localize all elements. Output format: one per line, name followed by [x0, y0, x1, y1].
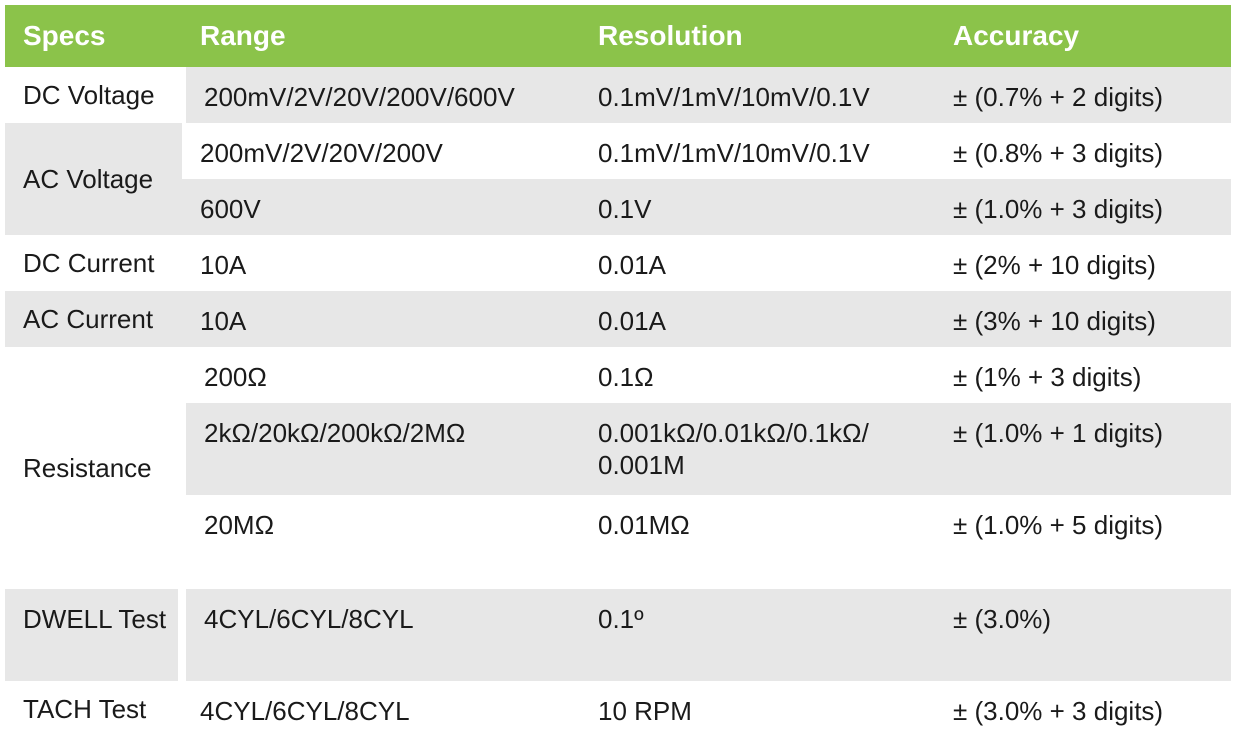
table-row: AC Voltage 200mV/2V/20V/200V 0.1mV/1mV/1… — [5, 123, 1231, 235]
spec-cell: DC Voltage — [5, 67, 186, 123]
resolution-cell: 0.01MΩ — [580, 495, 935, 589]
spec-cell: DC Current — [5, 235, 182, 291]
accuracy-cell: ± (3.0% + 3 digits) — [935, 681, 1231, 737]
accuracy-cell: ± (0.7% + 2 digits) — [935, 67, 1231, 123]
accuracy-cell: ± (3% + 10 digits) — [935, 291, 1231, 347]
accuracy-cell: ± (1.0% + 3 digits) — [935, 179, 1231, 235]
header-accuracy: Accuracy — [935, 5, 1231, 67]
header-resolution: Resolution — [580, 5, 935, 67]
table-row: TACH Test 4CYL/6CYL/8CYL 10 RPM ± (3.0% … — [5, 681, 1231, 737]
table-row: DC Current 10A 0.01A ± (2% + 10 digits) — [5, 235, 1231, 291]
resolution-cell: 0.01A — [580, 235, 935, 291]
accuracy-cell: ± (1.0% + 1 digits) — [935, 403, 1231, 495]
table-row: 600V 0.1V ± (1.0% + 3 digits) — [5, 179, 1231, 235]
resolution-cell: 0.1º — [580, 589, 935, 681]
range-cell: 10A — [182, 235, 580, 291]
table-row: 2kΩ/20kΩ/200kΩ/2MΩ 0.001kΩ/0.01kΩ/0.1kΩ/… — [5, 403, 1231, 495]
range-cell: 4CYL/6CYL/8CYL — [182, 681, 580, 737]
resolution-cell: 0.1mV/1mV/10mV/0.1V — [580, 123, 935, 179]
table-row: DC Voltage 200mV/2V/20V/200V/600V 0.1mV/… — [5, 67, 1231, 123]
accuracy-cell: ± (1% + 3 digits) — [935, 347, 1231, 403]
resolution-cell: 0.1mV/1mV/10mV/0.1V — [580, 67, 935, 123]
table-row: 20MΩ 0.01MΩ ± (1.0% + 5 digits) — [5, 495, 1231, 589]
spec-table: Specs Range Resolution Accuracy DC Volta… — [5, 5, 1231, 737]
accuracy-cell: ± (2% + 10 digits) — [935, 235, 1231, 291]
accuracy-cell: ± (3.0%) — [935, 589, 1231, 681]
table-row: AC Current 10A 0.01A ± (3% + 10 digits) — [5, 291, 1231, 347]
range-cell: 200Ω — [182, 347, 580, 403]
range-cell: 4CYL/6CYL/8CYL — [182, 589, 580, 681]
resolution-cell: 10 RPM — [580, 681, 935, 737]
range-cell: 600V — [182, 179, 580, 235]
range-cell: 200mV/2V/20V/200V/600V — [182, 67, 580, 123]
header-specs: Specs — [5, 5, 182, 67]
header-row: Specs Range Resolution Accuracy — [5, 5, 1231, 67]
range-cell: 20MΩ — [182, 495, 580, 589]
spec-cell: TACH Test — [5, 681, 182, 737]
spec-cell: DWELL Test — [5, 589, 186, 681]
spec-cell: AC Current — [5, 291, 182, 347]
resolution-cell: 0.01A — [580, 291, 935, 347]
header-range: Range — [182, 5, 580, 67]
accuracy-cell: ± (0.8% + 3 digits) — [935, 123, 1231, 179]
accuracy-cell: ± (1.0% + 5 digits) — [935, 495, 1231, 589]
range-cell: 200mV/2V/20V/200V — [182, 123, 580, 179]
resolution-cell: 0.001kΩ/0.01kΩ/0.1kΩ/ 0.001M — [580, 403, 935, 495]
resolution-cell: 0.1V — [580, 179, 935, 235]
table-row: Resistance 200Ω 0.1Ω ± (1% + 3 digits) — [5, 347, 1231, 589]
table-row: DWELL Test 4CYL/6CYL/8CYL 0.1º ± (3.0%) — [5, 589, 1231, 681]
spec-cell: AC Voltage — [5, 123, 182, 235]
spec-cell: Resistance — [5, 347, 186, 589]
resolution-cell: 0.1Ω — [580, 347, 935, 403]
range-cell: 2kΩ/20kΩ/200kΩ/2MΩ — [182, 403, 580, 495]
range-cell: 10A — [182, 291, 580, 347]
